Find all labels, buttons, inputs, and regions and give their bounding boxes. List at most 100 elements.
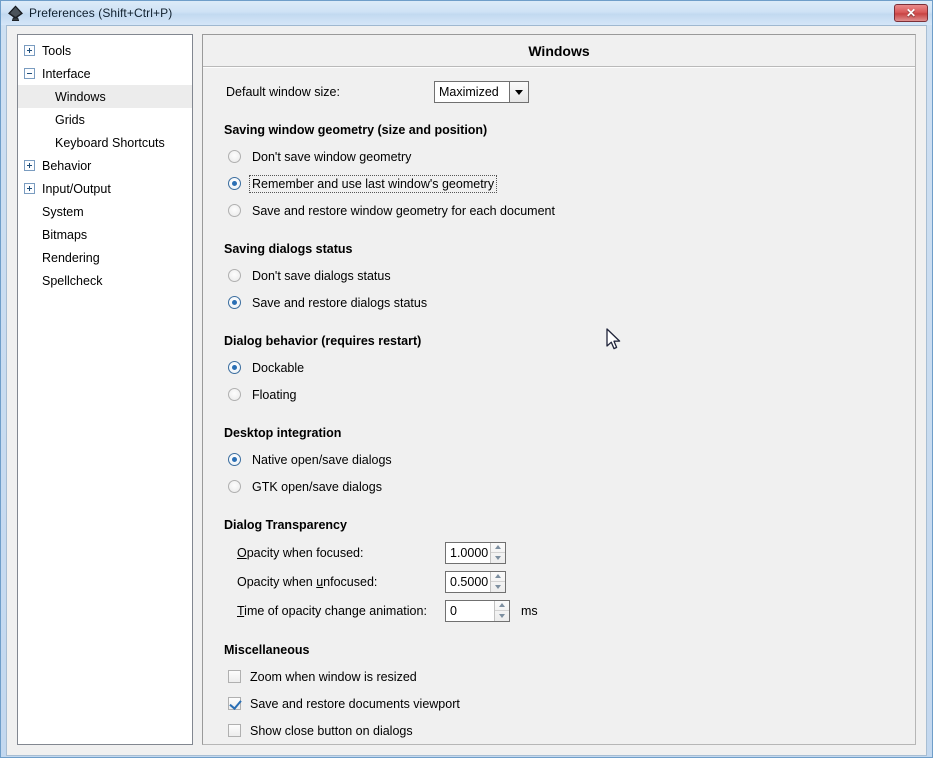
title-bar: Preferences (Shift+Ctrl+P) ✕ — [1, 1, 932, 25]
radio-dont-save-window-geometry[interactable]: Don't save window geometry — [219, 143, 899, 170]
preferences-tree[interactable]: Tools Interface Windows Grids Keyboard S… — [17, 34, 193, 745]
inkscape-diamond-icon — [7, 5, 24, 22]
pane-splitter[interactable] — [193, 34, 202, 745]
radio-icon[interactable] — [228, 388, 241, 401]
radio-native-dialogs[interactable]: Native open/save dialogs — [219, 446, 899, 473]
sidebar-item-label: Behavior — [42, 159, 91, 173]
default-window-size-label: Default window size: — [226, 85, 434, 99]
spinner-up-icon[interactable] — [495, 601, 509, 611]
sidebar-item-label: Spellcheck — [42, 274, 102, 288]
checkbox-show-close-button-on-dialogs[interactable]: Show close button on dialogs — [219, 717, 899, 744]
expander-plus-icon[interactable] — [24, 160, 35, 171]
close-icon: ✕ — [906, 7, 916, 19]
checkbox-save-restore-documents-viewport[interactable]: Save and restore documents viewport — [219, 690, 899, 717]
radio-label: Dockable — [250, 360, 306, 376]
spinner-down-icon[interactable] — [495, 610, 509, 621]
default-window-size-combobox[interactable]: Maximized — [434, 81, 529, 103]
sidebar-item-label: Rendering — [42, 251, 100, 265]
combobox-value: Maximized — [435, 82, 509, 102]
radio-label: Don't save dialogs status — [250, 268, 393, 284]
checkbox-label: Show close button on dialogs — [250, 724, 413, 738]
spinner-value[interactable]: 0.5000 — [446, 572, 490, 592]
checkbox-icon[interactable] — [228, 697, 241, 710]
sidebar-item-label: System — [42, 205, 84, 219]
radio-icon[interactable] — [228, 150, 241, 163]
opacity-focused-spinner[interactable]: 1.0000 — [445, 542, 506, 564]
spinner-up-icon[interactable] — [491, 543, 505, 553]
sidebar-item-label: Interface — [42, 67, 91, 81]
radio-label: Remember and use last window's geometry — [250, 176, 496, 192]
checkbox-icon[interactable] — [228, 724, 241, 737]
radio-icon[interactable] — [228, 480, 241, 493]
settings-content: Default window size: Maximized Saving wi… — [203, 67, 915, 744]
opacity-focused-row: Opacity when focused: 1.0000 — [219, 538, 899, 567]
paned-container: Tools Interface Windows Grids Keyboard S… — [17, 34, 916, 745]
radio-dont-save-dialogs-status[interactable]: Don't save dialogs status — [219, 262, 899, 289]
radio-label: Save and restore window geometry for eac… — [250, 203, 557, 219]
radio-remember-last-window-geometry[interactable]: Remember and use last window's geometry — [219, 170, 899, 197]
saving-dialogs-status-title: Saving dialogs status — [224, 242, 899, 256]
sidebar-item-interface[interactable]: Interface — [18, 62, 192, 85]
spinner-down-icon[interactable] — [491, 581, 505, 592]
sidebar-item-label: Input/Output — [42, 182, 111, 196]
opacity-unfocused-label: Opacity when unfocused: — [237, 575, 445, 589]
close-button[interactable]: ✕ — [894, 4, 928, 22]
radio-label: Native open/save dialogs — [250, 452, 394, 468]
radio-save-restore-dialogs-status[interactable]: Save and restore dialogs status — [219, 289, 899, 316]
radio-label: Floating — [250, 387, 298, 403]
window-title: Preferences (Shift+Ctrl+P) — [29, 6, 172, 20]
expander-plus-icon[interactable] — [24, 45, 35, 56]
radio-icon[interactable] — [228, 269, 241, 282]
sidebar-item-keyboard-shortcuts[interactable]: Keyboard Shortcuts — [18, 131, 192, 154]
sidebar-item-input-output[interactable]: Input/Output — [18, 177, 192, 200]
sidebar-item-rendering[interactable]: Rendering — [18, 246, 192, 269]
checkbox-icon[interactable] — [228, 670, 241, 683]
preferences-window: Preferences (Shift+Ctrl+P) ✕ Tools Inter… — [0, 0, 933, 758]
dialog-behavior-title: Dialog behavior (requires restart) — [224, 334, 899, 348]
dialog-transparency-title: Dialog Transparency — [224, 518, 899, 532]
radio-gtk-dialogs[interactable]: GTK open/save dialogs — [219, 473, 899, 500]
settings-panel: Windows Default window size: Maximized S… — [202, 34, 916, 745]
chevron-down-icon[interactable] — [509, 82, 528, 102]
spinner-buttons — [490, 543, 505, 563]
radio-save-restore-geometry-each-document[interactable]: Save and restore window geometry for eac… — [219, 197, 899, 224]
radio-floating[interactable]: Floating — [219, 381, 899, 408]
sidebar-item-label: Keyboard Shortcuts — [55, 136, 165, 150]
sidebar-item-behavior[interactable]: Behavior — [18, 154, 192, 177]
radio-label: Save and restore dialogs status — [250, 295, 429, 311]
opacity-focused-label: Opacity when focused: — [237, 546, 445, 560]
spinner-down-icon[interactable] — [491, 552, 505, 563]
radio-icon[interactable] — [228, 177, 241, 190]
radio-icon[interactable] — [228, 296, 241, 309]
checkbox-label: Save and restore documents viewport — [250, 697, 460, 711]
spinner-buttons — [490, 572, 505, 592]
radio-label: GTK open/save dialogs — [250, 479, 384, 495]
opacity-animation-time-row: Time of opacity change animation: 0 ms — [219, 596, 899, 625]
sidebar-item-windows[interactable]: Windows — [18, 85, 192, 108]
radio-label: Don't save window geometry — [250, 149, 413, 165]
expander-minus-icon[interactable] — [24, 68, 35, 79]
milliseconds-unit-label: ms — [521, 604, 538, 618]
radio-icon[interactable] — [228, 204, 241, 217]
checkbox-zoom-when-window-resized[interactable]: Zoom when window is resized — [219, 663, 899, 690]
radio-dockable[interactable]: Dockable — [219, 354, 899, 381]
sidebar-item-label: Windows — [55, 90, 106, 104]
saving-window-geometry-title: Saving window geometry (size and positio… — [224, 123, 899, 137]
sidebar-item-spellcheck[interactable]: Spellcheck — [18, 269, 192, 292]
dialog-body: Tools Interface Windows Grids Keyboard S… — [6, 25, 927, 756]
opacity-animation-time-spinner[interactable]: 0 — [445, 600, 510, 622]
radio-icon[interactable] — [228, 361, 241, 374]
spinner-up-icon[interactable] — [491, 572, 505, 582]
sidebar-item-tools[interactable]: Tools — [18, 39, 192, 62]
opacity-animation-time-label: Time of opacity change animation: — [237, 604, 445, 618]
sidebar-item-system[interactable]: System — [18, 200, 192, 223]
sidebar-item-bitmaps[interactable]: Bitmaps — [18, 223, 192, 246]
spinner-value[interactable]: 0 — [446, 601, 494, 621]
sidebar-item-label: Tools — [42, 44, 71, 58]
expander-plus-icon[interactable] — [24, 183, 35, 194]
opacity-unfocused-spinner[interactable]: 0.5000 — [445, 571, 506, 593]
sidebar-item-grids[interactable]: Grids — [18, 108, 192, 131]
radio-icon[interactable] — [228, 453, 241, 466]
spinner-buttons — [494, 601, 509, 621]
spinner-value[interactable]: 1.0000 — [446, 543, 490, 563]
